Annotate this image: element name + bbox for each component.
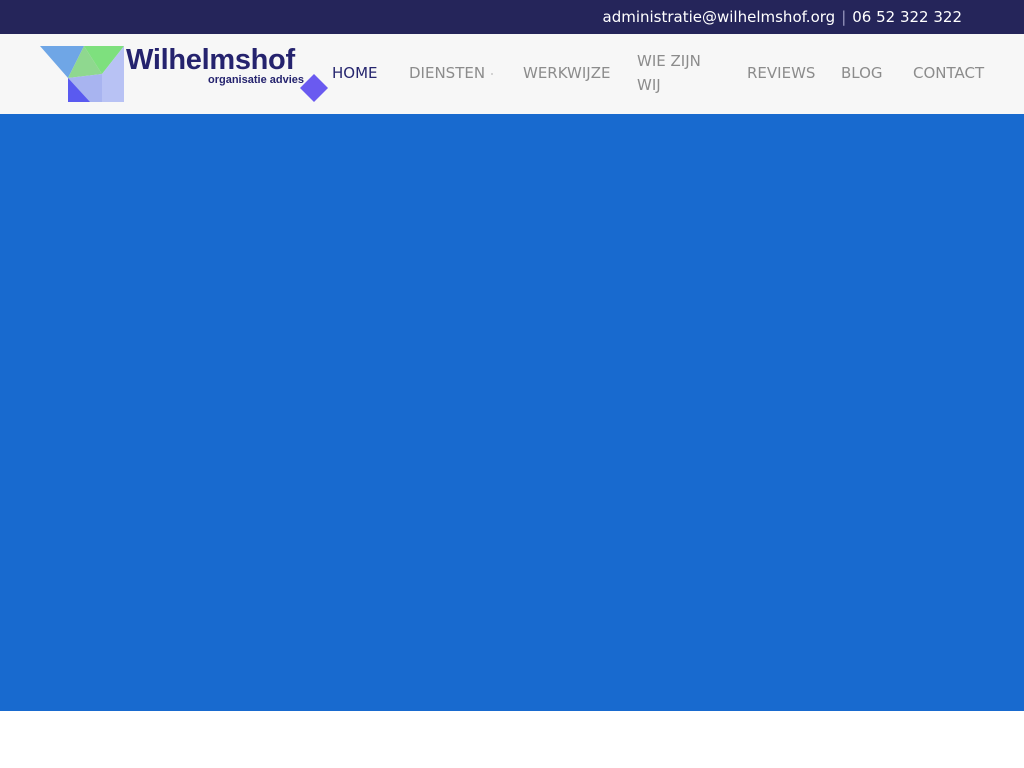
nav-item-home[interactable]: HOME	[332, 61, 378, 85]
nav-item-wie-zijn-wij[interactable]: WIE ZIJN WIJ	[637, 49, 709, 97]
dropdown-indicator-icon	[491, 73, 493, 75]
email-link[interactable]: administratie@wilhelmshof.org	[603, 8, 836, 26]
contact-separator: |	[841, 8, 847, 26]
nav-item-reviews[interactable]: REVIEWS	[747, 61, 815, 85]
phone-link[interactable]: 06 52 322 322	[852, 8, 962, 26]
hero-banner	[0, 114, 1024, 711]
nav-item-contact[interactable]: CONTACT	[913, 61, 984, 85]
top-contact-bar: administratie@wilhelmshof.org | 06 52 322 …	[0, 0, 1024, 34]
main-navigation: HOME DIENSTEN WERKWIJZE WIE ZIJN WIJ REV…	[0, 34, 1024, 114]
nav-item-werkwijze[interactable]: WERKWIJZE	[523, 61, 610, 85]
contact-line: administratie@wilhelmshof.org | 06 52 322 …	[603, 0, 963, 34]
nav-item-diensten[interactable]: DIENSTEN	[409, 61, 485, 85]
nav-item-blog[interactable]: BLOG	[841, 61, 883, 85]
site-header: Wilhelmshof organisatie advies HOME DIEN…	[0, 34, 1024, 114]
